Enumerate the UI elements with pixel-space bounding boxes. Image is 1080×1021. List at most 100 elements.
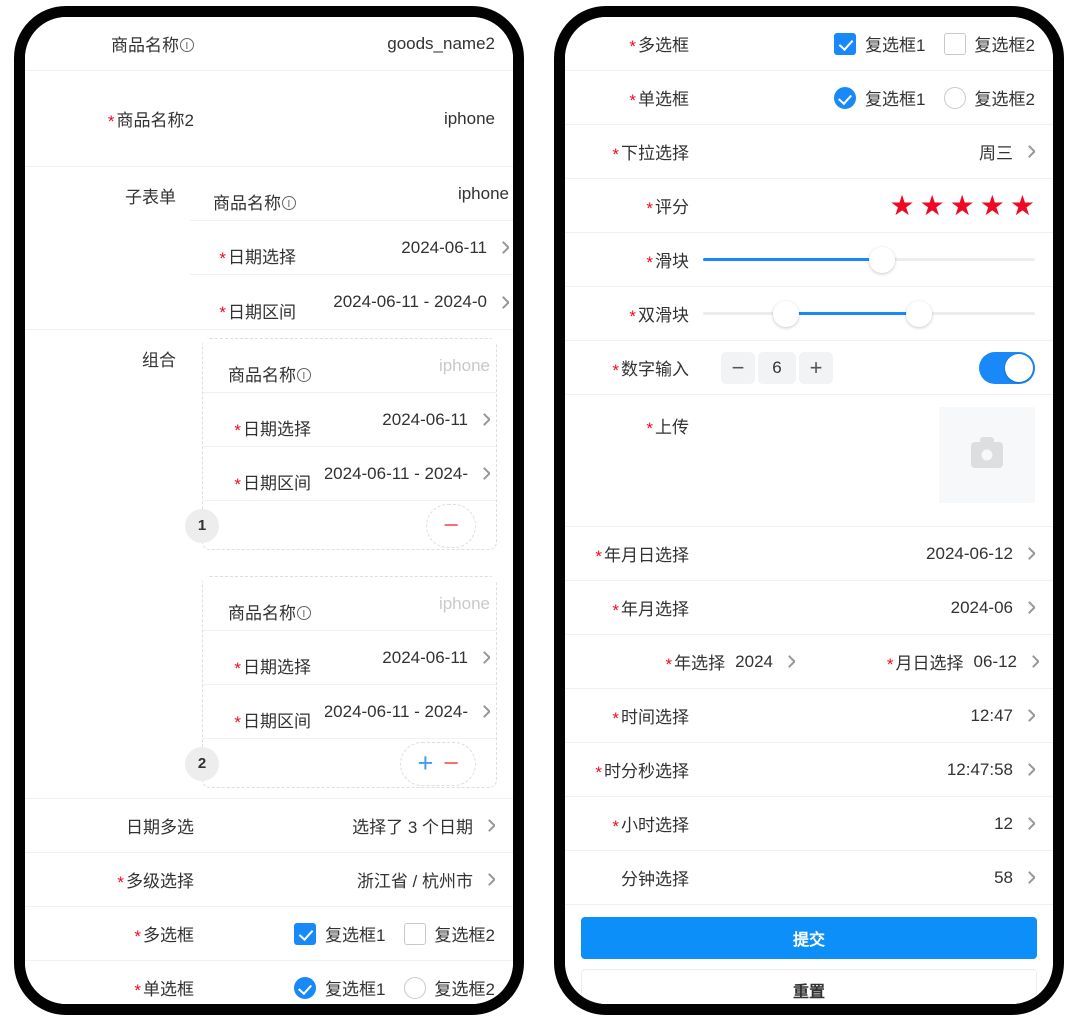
field-label-wrap: 商品名称 [43,31,208,56]
stepper-value[interactable]: 6 [758,351,796,384]
field-value[interactable]: iphone [310,184,509,204]
field-value[interactable]: 2024-06-12 [703,544,1035,564]
stepper-plus-button[interactable]: + [799,351,833,384]
radio-option[interactable]: 复选框2 [403,975,495,1000]
star-icon[interactable]: ★ [950,192,975,220]
field-value[interactable]: 2024-06-11 [325,648,490,668]
group-field-date[interactable]: 日期选择 2024-06-11 [203,631,496,685]
group-field-name[interactable]: 商品名称 iphone [203,577,496,631]
field-value[interactable]: 12:47 [703,706,1035,726]
field-value[interactable]: 58 [703,868,1035,888]
field-date-picker[interactable]: 年月日选择 2024-06-12 [565,527,1053,581]
info-icon [180,37,194,52]
field-checkbox-group[interactable]: 多选框 复选框1 复选框2 [565,17,1053,71]
field-label: 商品名称2 [108,106,194,131]
field-value[interactable]: iphone [325,594,490,614]
stepper-minus-button[interactable]: − [721,351,755,384]
field-value[interactable]: iphone [325,356,490,376]
star-icon[interactable]: ★ [980,192,1005,220]
field-hour-picker[interactable]: 小时选择 12 [565,797,1053,851]
checkbox-option[interactable]: 复选框1 [294,921,386,946]
field-value[interactable]: 2024 [735,652,795,672]
field-value[interactable]: 2024-06-11 - 2024- [325,702,490,722]
field-value[interactable]: 周三 [703,139,1035,164]
slider-thumb-end[interactable] [905,300,932,327]
group-field-name[interactable]: 商品名称 iphone [203,339,496,393]
field-label: 商品名称 [228,599,311,624]
subform-label-wrap: 子表单 [25,167,190,208]
star-icon[interactable]: ★ [889,192,914,220]
field-label: 多选框 [134,921,194,946]
field-label: 年月选择 [612,595,689,620]
field-upload[interactable]: 上传 [565,395,1053,527]
slider-track-area[interactable] [703,246,1035,273]
field-value[interactable]: 2024-06-11 [325,410,490,430]
star-icon[interactable]: ★ [1010,192,1035,220]
field-checkbox-group[interactable]: 多选框 复选框1 复选框2 [25,907,513,961]
field-dual-slider[interactable]: 双滑块 [565,287,1053,341]
group-field-date-range[interactable]: 日期区间 2024-06-11 - 2024- [203,447,496,501]
field-value[interactable]: iphone [208,109,495,129]
field-goods-name[interactable]: 商品名称 goods_name2 [25,17,513,71]
field-select[interactable]: 下拉选择 周三 [565,125,1053,179]
right-form-scroll[interactable]: 多选框 复选框1 复选框2 [565,17,1053,1004]
field-stepper[interactable]: 数字输入 − 6 + [565,341,1053,395]
field-year-picker[interactable]: 年选择 2024 [565,635,809,689]
remove-group-button[interactable]: − [443,512,459,539]
field-value[interactable]: goods_name2 [208,34,495,54]
submit-button[interactable]: 提交 [581,917,1037,959]
radio-icon[interactable] [834,86,857,109]
checkbox-icon[interactable] [294,922,317,945]
field-value[interactable]: 12 [703,814,1035,834]
field-value[interactable]: 2024-06-11 - 2024-0 [310,292,509,312]
field-radio-group[interactable]: 单选框 复选框1 复选框2 [565,71,1053,125]
group-field-date[interactable]: 日期选择 2024-06-11 [203,393,496,447]
field-hms-picker[interactable]: 时分秒选择 12:47:58 [565,743,1053,797]
field-value[interactable]: 2024-06-11 [310,238,509,258]
star-icon[interactable]: ★ [920,192,945,220]
radio-option[interactable]: 复选框1 [834,85,926,110]
subform-field-name[interactable]: 商品名称 iphone [190,167,513,221]
field-goods-name-2[interactable]: 商品名称2 iphone [25,71,513,167]
reset-button[interactable]: 重置 [581,969,1037,1004]
field-value[interactable]: 06-12 [974,652,1039,672]
checkbox-icon[interactable] [943,32,966,55]
field-value[interactable]: 2024-06-11 - 2024- [325,464,490,484]
slider-thumb[interactable] [869,246,896,273]
chevron-right-icon [483,819,495,832]
checkbox-icon[interactable] [834,32,857,55]
left-form-scroll[interactable]: 商品名称 goods_name2 商品名称2 iphone 子表单 [25,17,513,1004]
dual-slider-track-area[interactable] [703,300,1035,327]
remove-group-button[interactable]: − [443,750,459,777]
field-time-picker[interactable]: 时间选择 12:47 [565,689,1053,743]
checkbox-icon[interactable] [403,922,426,945]
field-value[interactable]: 选择了 3 个日期 [208,813,495,838]
checkbox-option[interactable]: 复选框2 [403,921,495,946]
group-field-date-range[interactable]: 日期区间 2024-06-11 - 2024- [203,685,496,739]
checkbox-option[interactable]: 复选框2 [943,31,1035,56]
radio-icon[interactable] [403,976,426,999]
radio-icon[interactable] [294,976,317,999]
subform-field-date-range[interactable]: 日期区间 2024-06-11 - 2024-0 [190,275,513,329]
add-group-button[interactable]: + [417,750,433,777]
field-value[interactable]: 浙江省 / 杭州市 [208,867,495,892]
radio-icon[interactable] [943,86,966,109]
field-slider[interactable]: 滑块 [565,233,1053,287]
field-date-multi[interactable]: 日期多选 选择了 3 个日期 [25,799,513,853]
field-monthday-picker[interactable]: 月日选择 06-12 [809,635,1053,689]
checkbox-option[interactable]: 复选框1 [834,31,926,56]
toggle-switch[interactable] [979,351,1035,384]
field-cascader[interactable]: 多级选择 浙江省 / 杭州市 [25,853,513,907]
field-rate[interactable]: 评分 ★ ★ ★ ★ ★ [565,179,1053,233]
field-value[interactable]: 12:47:58 [703,760,1035,780]
field-value[interactable]: 2024-06 [703,598,1035,618]
slider-thumb-start[interactable] [773,300,799,327]
upload-button[interactable] [939,407,1035,503]
field-minute-picker[interactable]: 分钟选择 58 [565,851,1053,905]
field-radio-group[interactable]: 单选框 复选框1 复选框2 [25,961,513,1004]
rating-stars[interactable]: ★ ★ ★ ★ ★ [889,192,1035,220]
radio-option[interactable]: 复选框1 [294,975,386,1000]
subform-field-date[interactable]: 日期选择 2024-06-11 [190,221,513,275]
field-month-picker[interactable]: 年月选择 2024-06 [565,581,1053,635]
radio-option[interactable]: 复选框2 [943,85,1035,110]
